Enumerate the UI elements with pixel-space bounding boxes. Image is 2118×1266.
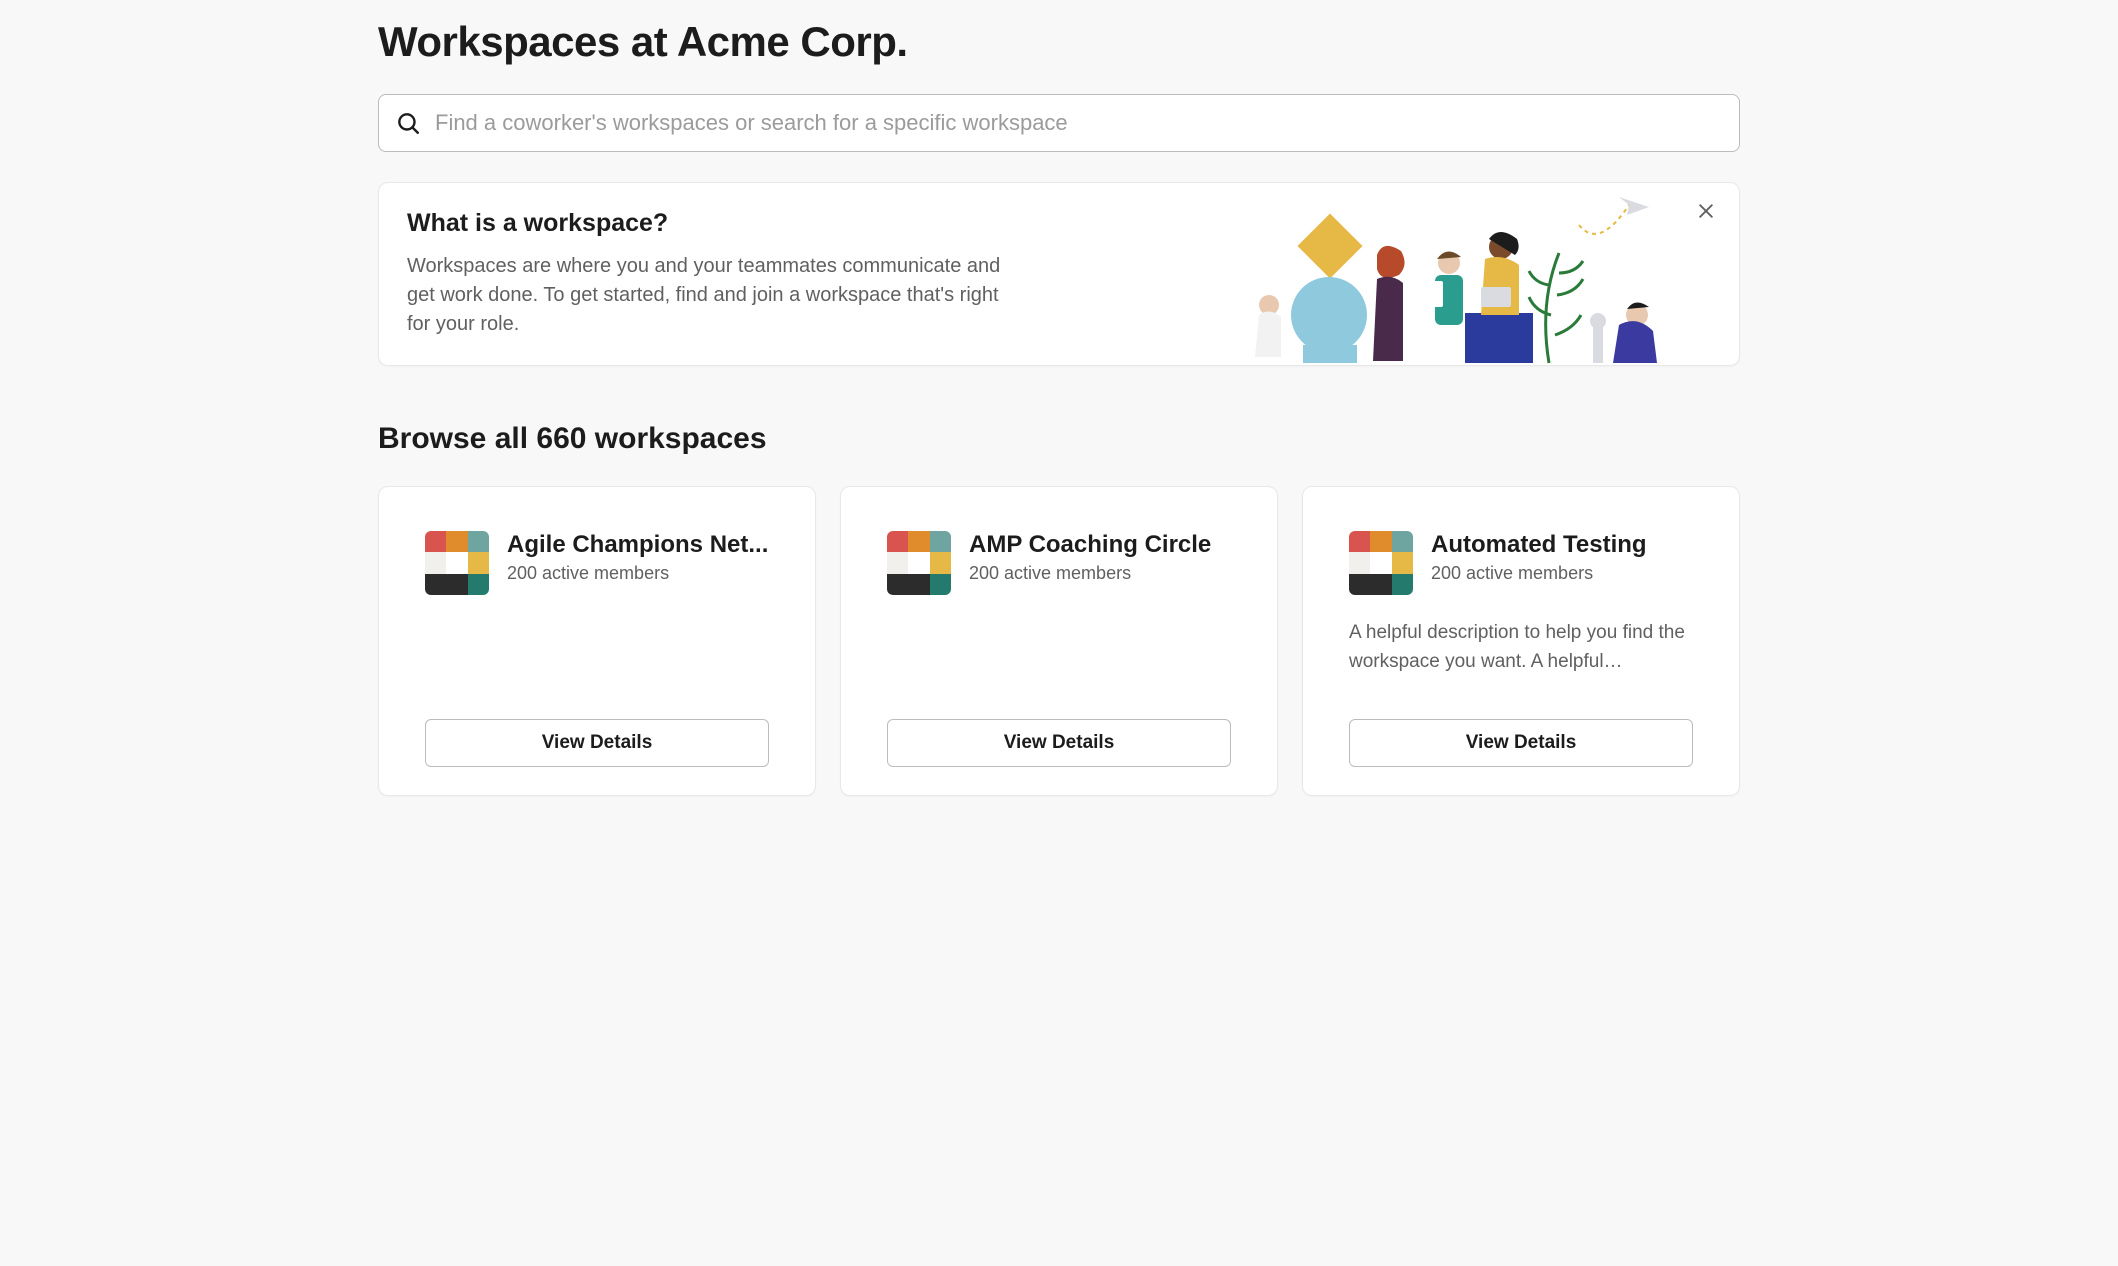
workspace-card: Agile Champions Net... 200 active member…	[378, 486, 816, 796]
close-icon	[1696, 201, 1716, 224]
card-header: AMP Coaching Circle 200 active members	[887, 531, 1231, 595]
workspace-icon	[1349, 531, 1413, 595]
browse-heading: Browse all 660 workspaces	[378, 422, 1740, 456]
workspaces-page: Workspaces at Acme Corp. What is a works…	[354, 0, 1764, 836]
workspace-name: Agile Champions Net...	[507, 531, 769, 559]
search-input[interactable]	[435, 110, 1723, 136]
workspace-members: 200 active members	[507, 563, 769, 584]
view-details-button[interactable]: View Details	[425, 719, 769, 767]
page-title: Workspaces at Acme Corp.	[378, 18, 1740, 66]
card-header: Automated Testing 200 active members	[1349, 531, 1693, 595]
workspace-card: Automated Testing 200 active members A h…	[1302, 486, 1740, 796]
banner-body: Workspaces are where you and your teamma…	[407, 252, 1007, 339]
workspace-icon	[887, 531, 951, 595]
workspace-cards-grid: Agile Champions Net... 200 active member…	[378, 486, 1740, 796]
workspace-name: Automated Testing	[1431, 531, 1693, 559]
workspace-members: 200 active members	[969, 563, 1231, 584]
workspace-description: A helpful description to help you find t…	[1349, 619, 1693, 676]
banner-title: What is a workspace?	[407, 209, 1369, 238]
view-details-button[interactable]: View Details	[1349, 719, 1693, 767]
search-icon	[395, 110, 421, 136]
banner-close-button[interactable]	[1691, 197, 1721, 227]
card-header: Agile Champions Net... 200 active member…	[425, 531, 769, 595]
workspace-members: 200 active members	[1431, 563, 1693, 584]
search-bar[interactable]	[378, 94, 1740, 152]
view-details-button[interactable]: View Details	[887, 719, 1231, 767]
workspace-card: AMP Coaching Circle 200 active members V…	[840, 486, 1278, 796]
info-banner: What is a workspace? Workspaces are wher…	[378, 182, 1740, 366]
workspace-name: AMP Coaching Circle	[969, 531, 1231, 559]
workspace-icon	[425, 531, 489, 595]
banner-illustration	[1249, 195, 1669, 365]
